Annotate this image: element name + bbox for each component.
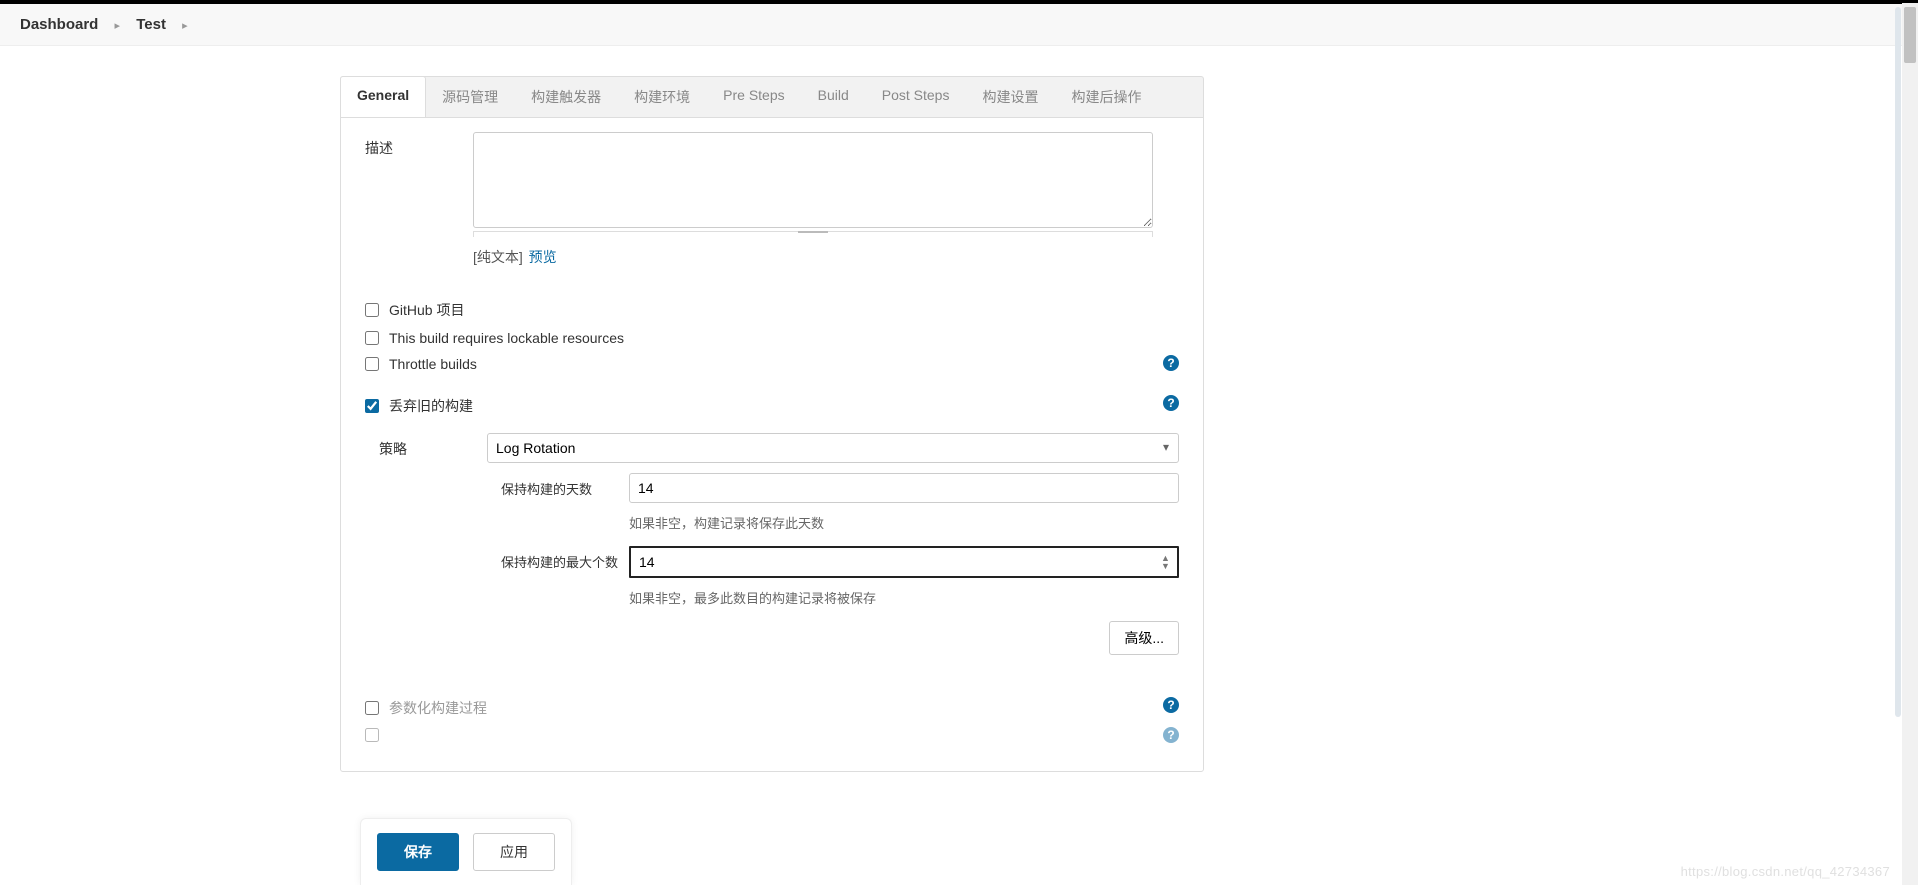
lockable-resources-label: This build requires lockable resources (389, 330, 624, 346)
github-project-label: GitHub 项目 (389, 300, 464, 320)
advanced-button[interactable]: 高级... (1109, 621, 1179, 655)
apply-button[interactable]: 应用 (473, 833, 555, 871)
days-to-keep-input[interactable] (629, 473, 1179, 503)
config-panel: 描述 [纯文本] 预览 GitHub 项目 This build require… (340, 117, 1204, 772)
discard-old-builds-checkbox[interactable] (365, 399, 379, 413)
discard-old-builds-label: 丢弃旧的构建 (389, 396, 473, 416)
max-builds-label: 保持构建的最大个数 (501, 546, 629, 571)
resize-handle[interactable] (473, 231, 1153, 237)
tab-pre-steps[interactable]: Pre Steps (707, 77, 801, 117)
breadcrumb-test[interactable]: Test (136, 16, 166, 33)
days-hint: 如果非空，构建记录将保存此天数 (629, 513, 1179, 532)
config-tabs: General 源码管理 构建触发器 构建环境 Pre Steps Build … (340, 76, 1204, 117)
throttle-builds-checkbox[interactable] (365, 357, 379, 371)
strategy-select[interactable]: Log Rotation (487, 433, 1179, 463)
parameterized-build-checkbox[interactable] (365, 701, 379, 715)
github-project-checkbox[interactable] (365, 303, 379, 317)
max-hint: 如果非空，最多此数目的构建记录将被保存 (629, 588, 1179, 607)
throttle-builds-label: Throttle builds (389, 356, 477, 372)
help-icon[interactable]: ? (1163, 395, 1179, 411)
lockable-resources-checkbox[interactable] (365, 331, 379, 345)
breadcrumb: Dashboard ▸ Test ▸ (0, 4, 1918, 46)
description-label: 描述 (365, 132, 473, 158)
description-format: [纯文本] 预览 (473, 247, 1179, 267)
max-builds-input[interactable] (629, 546, 1179, 578)
parameterized-build-label: 参数化构建过程 (389, 698, 487, 718)
breadcrumb-dashboard[interactable]: Dashboard (20, 16, 98, 33)
page-scrollbar[interactable] (1895, 3, 1901, 885)
days-to-keep-label: 保持构建的天数 (501, 473, 629, 498)
tab-post-build[interactable]: 构建后操作 (1055, 77, 1158, 117)
help-icon[interactable]: ? (1163, 727, 1179, 743)
help-icon[interactable]: ? (1163, 355, 1179, 371)
number-spinner[interactable]: ▲▼ (1161, 550, 1175, 574)
tab-scm[interactable]: 源码管理 (426, 77, 515, 117)
description-textarea[interactable] (473, 132, 1153, 228)
tab-triggers[interactable]: 构建触发器 (515, 77, 618, 117)
watermark-text: https://blog.csdn.net/qq_42734367 (1681, 864, 1890, 879)
window-scrollbar[interactable] (1902, 3, 1918, 885)
chevron-right-icon: ▸ (115, 20, 121, 32)
help-icon[interactable]: ? (1163, 697, 1179, 713)
tab-build[interactable]: Build (802, 77, 866, 117)
tab-post-steps[interactable]: Post Steps (866, 77, 967, 117)
action-bar: 保存 应用 (360, 818, 572, 885)
chevron-right-icon: ▸ (182, 20, 188, 32)
tab-build-env[interactable]: 构建环境 (618, 77, 707, 117)
hidden-checkbox[interactable] (365, 728, 379, 742)
strategy-label: 策略 (379, 433, 487, 459)
format-plain-text: [纯文本] (473, 249, 523, 265)
tab-general[interactable]: General (340, 76, 426, 118)
save-button[interactable]: 保存 (377, 833, 459, 871)
tab-build-settings[interactable]: 构建设置 (966, 77, 1055, 117)
preview-link[interactable]: 预览 (529, 249, 557, 265)
